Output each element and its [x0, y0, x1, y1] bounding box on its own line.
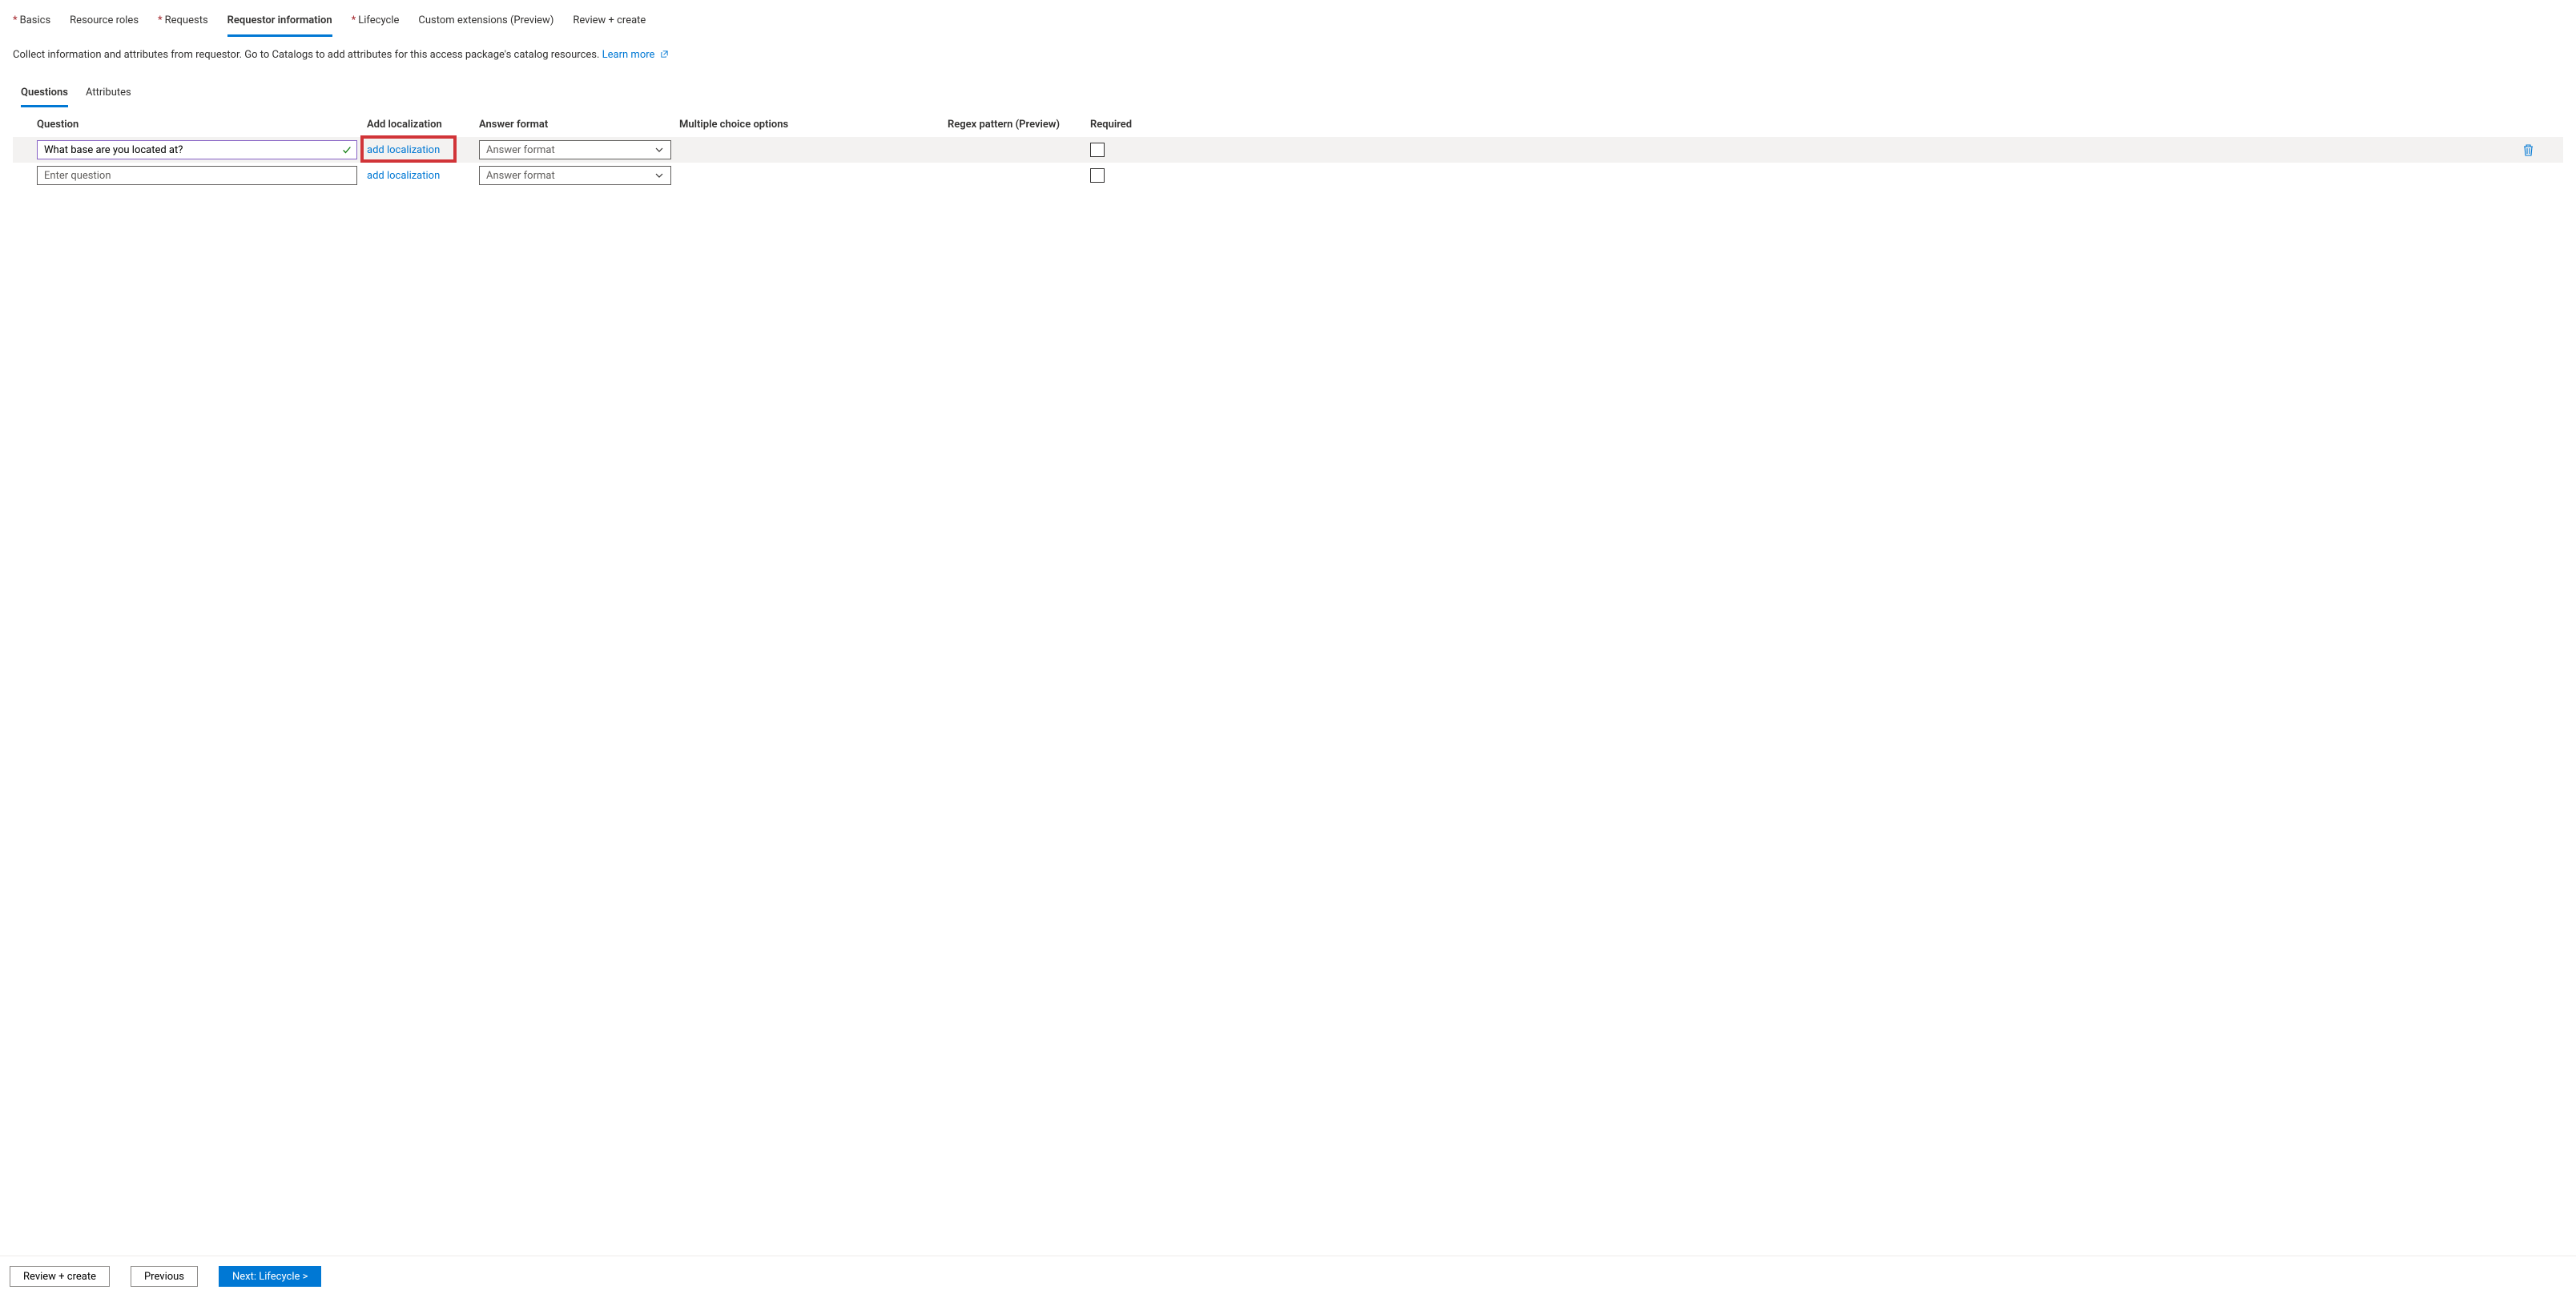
previous-button[interactable]: Previous — [131, 1266, 198, 1287]
chevron-down-icon — [654, 171, 664, 180]
add-localization-label: add localization — [367, 144, 440, 156]
questions-grid-header: Question Add localization Answer format … — [13, 107, 2563, 137]
subtab-questions[interactable]: Questions — [21, 83, 68, 107]
footer-bar: Review + create Previous Next: Lifecycle… — [0, 1256, 2576, 1298]
required-checkbox[interactable] — [1090, 143, 1105, 157]
tab-label: Basics — [20, 14, 51, 26]
delete-row-button[interactable] — [2522, 143, 2534, 157]
button-label: Previous — [144, 1271, 184, 1283]
col-required: Required — [1090, 119, 1186, 131]
answer-format-placeholder: Answer format — [486, 170, 555, 182]
answer-format-select[interactable]: Answer format — [479, 166, 671, 185]
add-localization-cell: add localization — [367, 140, 479, 159]
learn-more-label: Learn more — [602, 49, 655, 61]
col-question: Question — [37, 119, 367, 131]
question-input[interactable] — [37, 166, 357, 185]
add-localization-link[interactable]: add localization — [367, 170, 440, 182]
question-input[interactable] — [37, 140, 357, 159]
answer-format-select[interactable]: Answer format — [479, 140, 671, 159]
tab-resource-roles[interactable]: Resource roles — [70, 11, 139, 37]
description-text: Collect information and attributes from … — [13, 49, 599, 61]
question-row: add localization Answer format — [13, 163, 2563, 188]
col-answer-format: Answer format — [479, 119, 679, 131]
tab-lifecycle[interactable]: * Lifecycle — [352, 11, 400, 37]
button-label: Next: Lifecycle > — [232, 1271, 308, 1283]
review-create-button[interactable]: Review + create — [10, 1266, 110, 1287]
add-localization-cell: add localization — [367, 166, 479, 185]
next-button[interactable]: Next: Lifecycle > — [219, 1266, 321, 1287]
tab-label: Requests — [165, 14, 208, 26]
main-tabs: * Basics Resource roles * Requests Reque… — [13, 11, 2563, 36]
tab-label: Requestor information — [227, 14, 332, 26]
add-localization-label: add localization — [367, 170, 440, 182]
tab-requests[interactable]: * Requests — [158, 11, 208, 37]
tab-basics[interactable]: * Basics — [13, 11, 50, 37]
question-row: add localization Answer format — [13, 137, 2563, 163]
tab-review-create[interactable]: Review + create — [573, 11, 646, 37]
required-cell — [1090, 168, 1186, 183]
subtab-label: Attributes — [86, 87, 131, 99]
tab-requestor-information[interactable]: Requestor information — [227, 11, 332, 37]
required-asterisk: * — [158, 14, 163, 26]
required-asterisk: * — [13, 14, 18, 26]
subtabs: Questions Attributes — [13, 83, 2563, 107]
col-add-localization: Add localization — [367, 119, 479, 131]
subtab-attributes[interactable]: Attributes — [86, 83, 131, 107]
learn-more-link[interactable]: Learn more — [602, 49, 669, 61]
button-label: Review + create — [23, 1271, 96, 1283]
subtab-label: Questions — [21, 87, 68, 99]
tab-custom-extensions[interactable]: Custom extensions (Preview) — [418, 11, 553, 37]
answer-format-select-wrap: Answer format — [479, 166, 671, 185]
required-cell — [1090, 143, 1186, 157]
col-multiple-choice: Multiple choice options — [679, 119, 948, 131]
col-regex: Regex pattern (Preview) — [948, 119, 1090, 131]
chevron-down-icon — [654, 145, 664, 155]
tab-label: Lifecycle — [358, 14, 399, 26]
question-input-wrap — [37, 166, 357, 185]
question-input-wrap — [37, 140, 357, 159]
answer-format-placeholder: Answer format — [486, 144, 555, 156]
tab-label: Resource roles — [70, 14, 139, 26]
answer-format-select-wrap: Answer format — [479, 140, 671, 159]
tab-label: Review + create — [573, 14, 646, 26]
add-localization-link[interactable]: add localization — [367, 144, 440, 156]
tab-label: Custom extensions (Preview) — [418, 14, 553, 26]
page-description: Collect information and attributes from … — [13, 49, 2563, 61]
required-checkbox[interactable] — [1090, 168, 1105, 183]
external-link-icon — [660, 50, 669, 58]
required-asterisk: * — [352, 14, 356, 26]
